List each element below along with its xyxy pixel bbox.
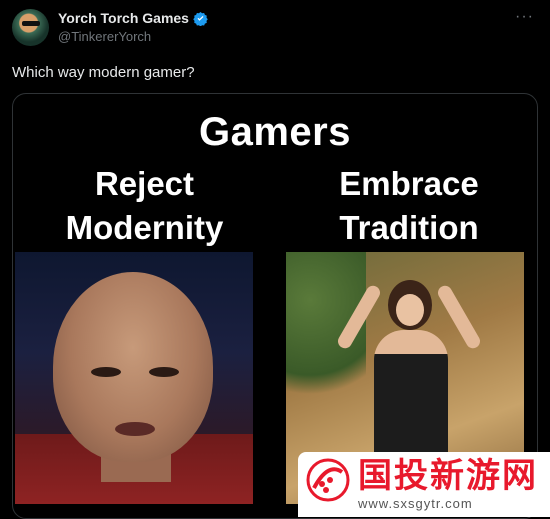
more-options-icon[interactable]: ··· bbox=[515, 8, 534, 26]
left-caption: Reject Modernity bbox=[13, 162, 276, 250]
left-photo-bald-character bbox=[15, 252, 253, 504]
author-name-row[interactable]: Yorch Torch Games bbox=[58, 10, 208, 26]
bald-head bbox=[53, 272, 213, 462]
watermark-logo-icon bbox=[306, 458, 350, 502]
left-caption-line2: Modernity bbox=[65, 209, 224, 246]
heroine-face bbox=[396, 294, 424, 326]
left-caption-line1: Reject bbox=[94, 165, 195, 202]
right-caption-line1: Embrace bbox=[339, 165, 479, 202]
meme-title: Gamers bbox=[199, 110, 351, 154]
right-caption: Embrace Tradition bbox=[281, 162, 537, 250]
watermark: 国投新游网 www.sxsgytr.com bbox=[298, 452, 550, 517]
watermark-text: 国投新游网 bbox=[358, 457, 538, 495]
author-display-name[interactable]: Yorch Torch Games bbox=[58, 10, 189, 26]
right-caption-line2: Tradition bbox=[339, 209, 479, 246]
left-eye bbox=[91, 367, 121, 377]
verified-badge-icon bbox=[193, 11, 208, 26]
watermark-url: www.sxsgytr.com bbox=[358, 496, 473, 511]
avatar-glasses bbox=[22, 21, 40, 26]
right-arm bbox=[435, 283, 483, 351]
mouth bbox=[115, 422, 155, 436]
avatar[interactable] bbox=[12, 9, 49, 46]
right-eye bbox=[149, 367, 179, 377]
author-handle[interactable]: @TinkererYorch bbox=[58, 29, 151, 44]
tweet-text: Which way modern gamer? bbox=[12, 64, 195, 81]
